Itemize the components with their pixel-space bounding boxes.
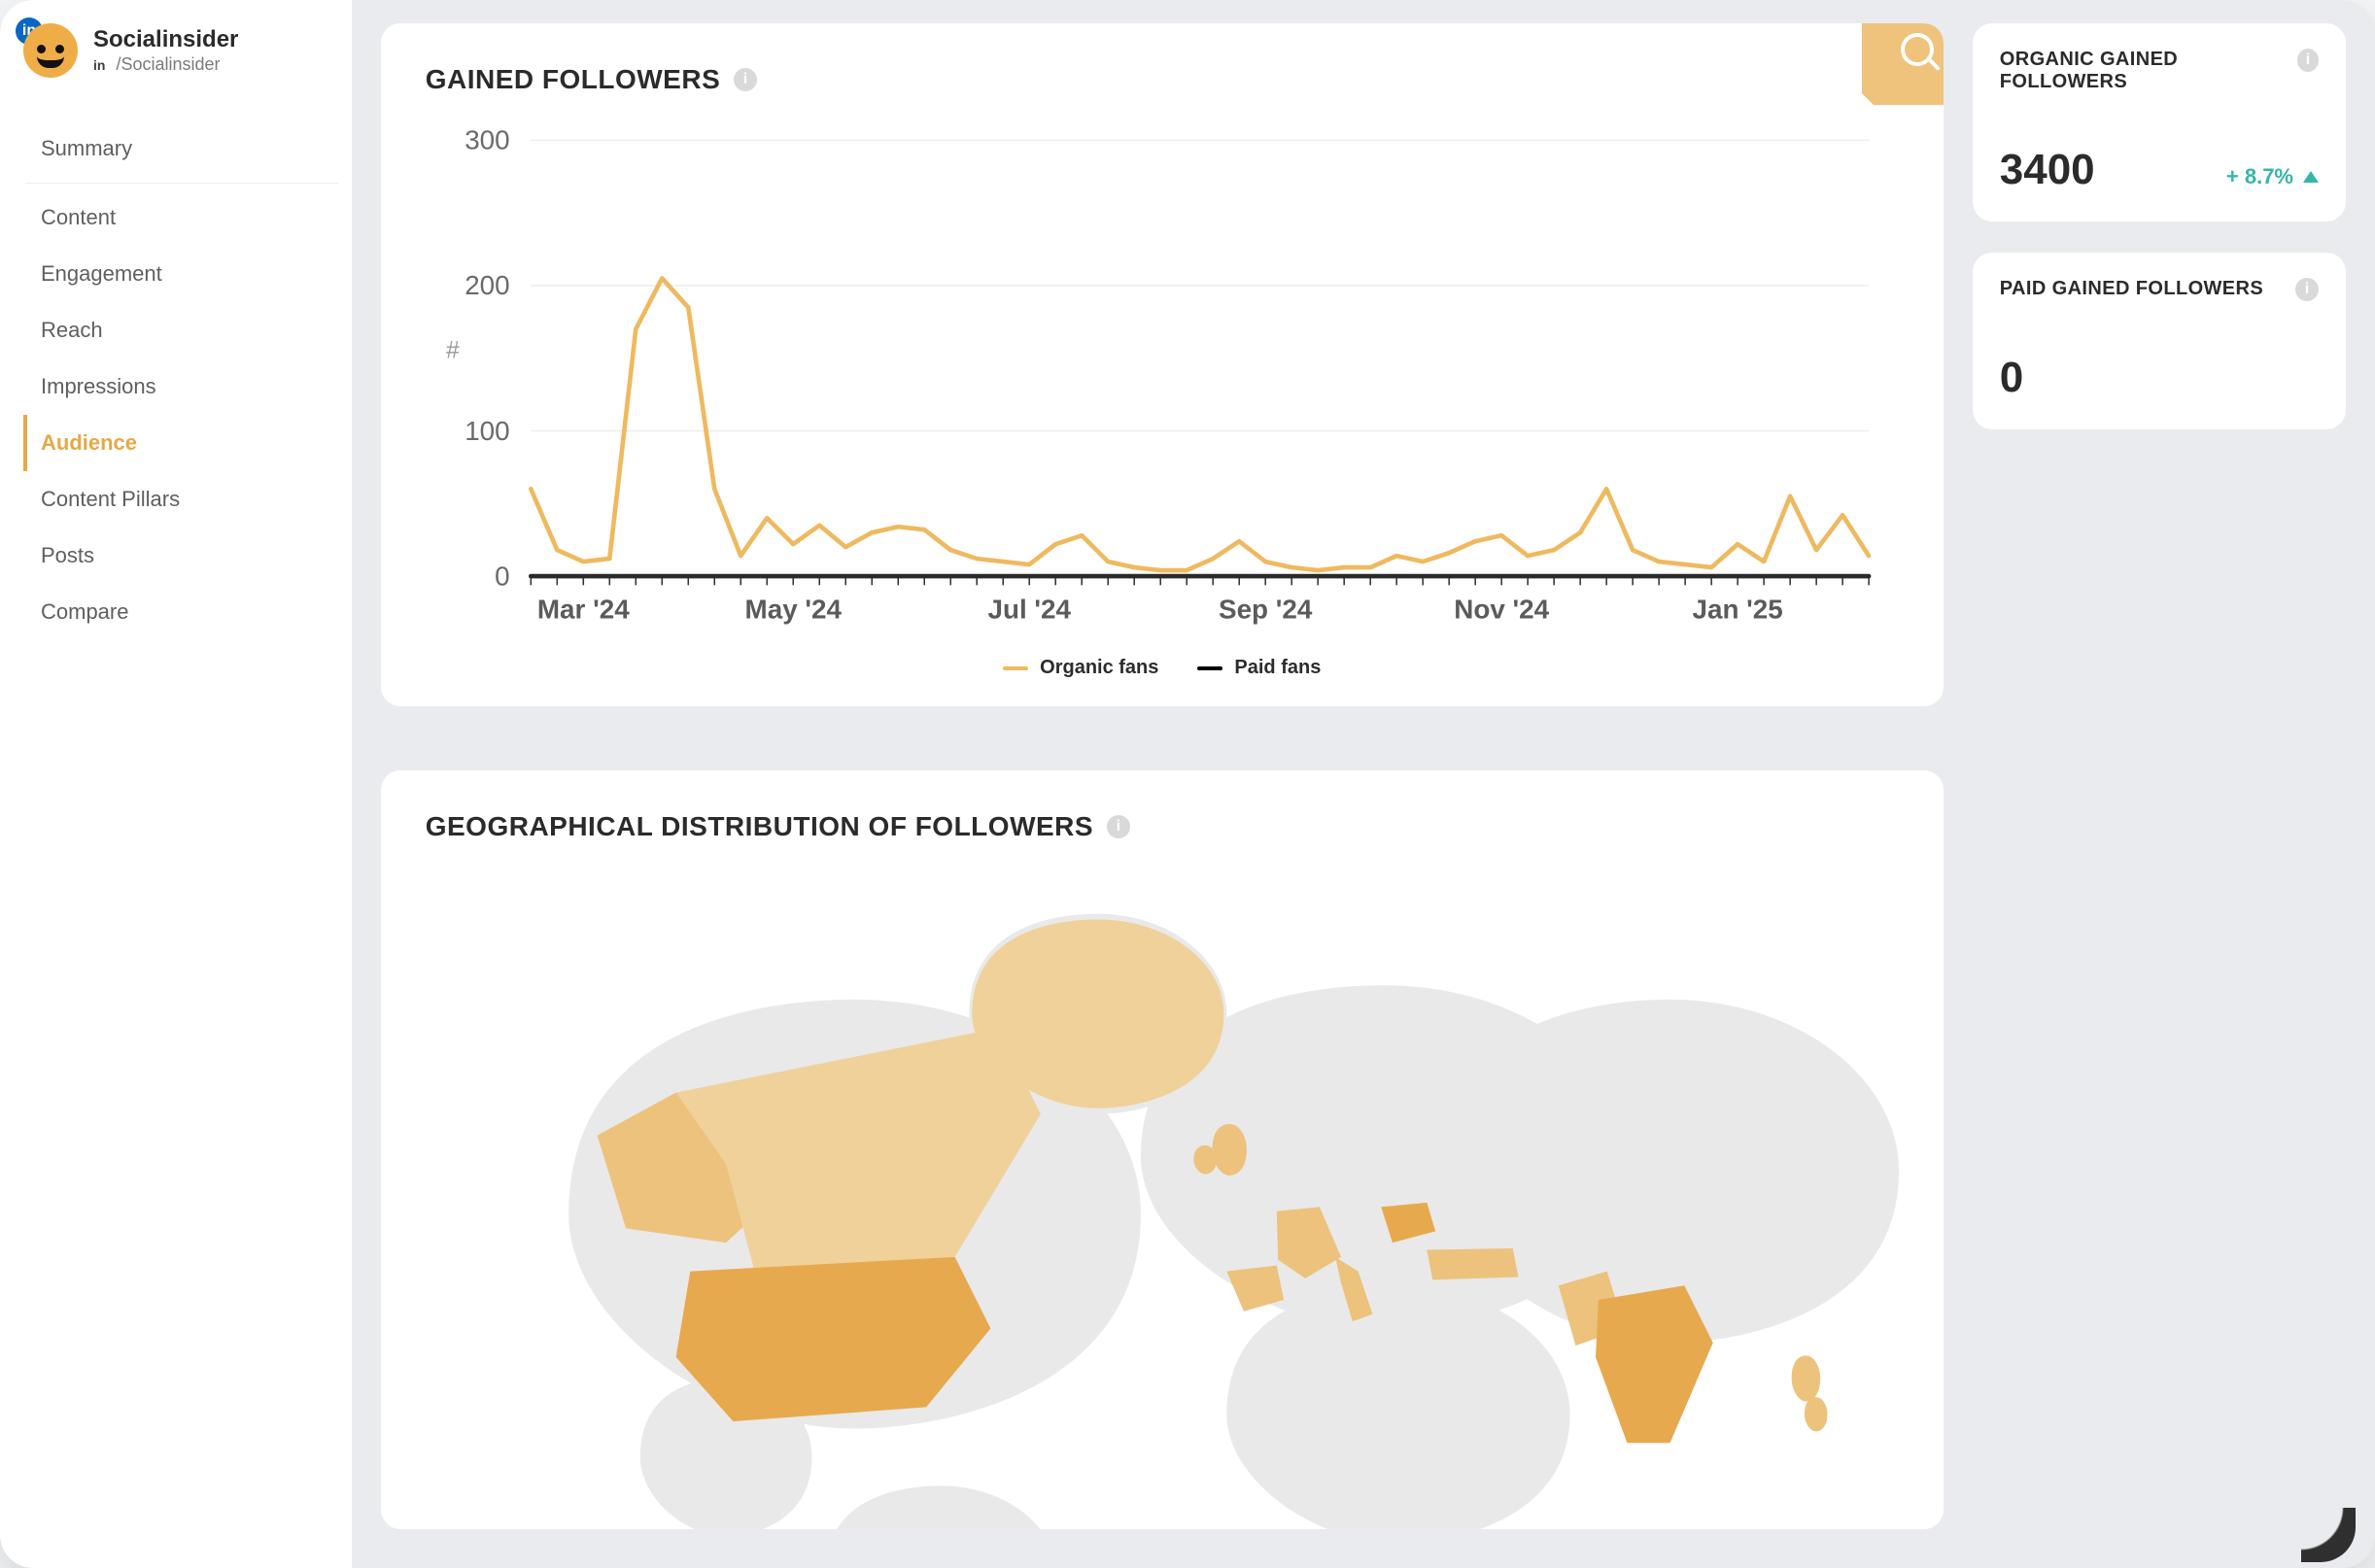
sidebar: in Socialinsider in /Socialinsider Summa…	[0, 0, 352, 1568]
kpi-paid-gained: PAID GAINED FOLLOWERS i 0	[1973, 253, 2346, 429]
sidebar-item-posts[interactable]: Posts	[23, 528, 338, 584]
chart-legend: Organic fans Paid fans	[426, 657, 1899, 679]
sidebar-item-audience[interactable]: Audience	[23, 415, 338, 471]
app-frame: in Socialinsider in /Socialinsider Summa…	[0, 0, 2375, 1568]
gained-followers-card: GAINED FOLLOWERS i 0 100 200 300 # Mar '24 May…	[381, 23, 1944, 706]
charts-column: GAINED FOLLOWERS i 0 100 200 300 # Mar '24 May…	[381, 23, 1944, 1545]
geo-title: GEOGRAPHICAL DISTRIBUTION OF FOLLOWERS i	[426, 811, 1899, 842]
info-icon[interactable]: i	[1107, 815, 1130, 838]
svg-text:Jan '25: Jan '25	[1692, 594, 1782, 624]
kpi-organic-delta: + 8.7%	[2226, 164, 2319, 189]
kpi-paid-value: 0	[2000, 354, 2023, 402]
brand-logo-icon	[23, 23, 78, 78]
sidebar-item-impressions[interactable]: Impressions	[23, 358, 338, 415]
info-icon[interactable]: i	[734, 68, 757, 91]
legend-swatch-organic-icon	[1003, 666, 1028, 670]
sidebar-nav: SummaryContentEngagementReachImpressions…	[23, 120, 338, 640]
kpi-organic-gained: ORGANIC GAINED FOLLOWERS i 3400 + 8.7%	[1973, 23, 2346, 222]
sidebar-item-summary[interactable]: Summary	[23, 120, 338, 184]
brand-name: Socialinsider	[93, 26, 238, 54]
kpi-organic-value: 3400	[2000, 146, 2095, 194]
info-icon[interactable]: i	[2297, 49, 2319, 72]
sidebar-item-content[interactable]: Content	[23, 189, 338, 246]
svg-text:May '24: May '24	[744, 594, 842, 624]
trend-up-icon	[2303, 171, 2319, 183]
kpi-organic-title: ORGANIC GAINED FOLLOWERS	[2000, 49, 2288, 93]
network-short-icon: in	[93, 57, 105, 73]
sidebar-item-compare[interactable]: Compare	[23, 584, 338, 640]
sidebar-item-content-pillars[interactable]: Content Pillars	[23, 471, 338, 528]
gained-followers-title: GAINED FOLLOWERS i	[426, 64, 1899, 95]
info-icon[interactable]: i	[2295, 278, 2319, 301]
svg-text:100: 100	[465, 416, 509, 446]
brand-handle: in /Socialinsider	[93, 54, 238, 76]
brand-logo: in	[23, 23, 78, 78]
kpi-column: ORGANIC GAINED FOLLOWERS i 3400 + 8.7% P…	[1973, 23, 2346, 1545]
svg-text:Sep '24: Sep '24	[1219, 594, 1313, 624]
world-map	[426, 842, 1899, 1529]
search-icon[interactable]	[1901, 33, 1934, 66]
legend-organic: Organic fans	[1003, 657, 1158, 679]
main: GAINED FOLLOWERS i 0 100 200 300 # Mar '24 May…	[352, 0, 2375, 1568]
svg-text:Nov '24: Nov '24	[1454, 594, 1549, 624]
sidebar-item-engagement[interactable]: Engagement	[23, 246, 338, 302]
legend-paid: Paid fans	[1197, 657, 1321, 679]
kpi-paid-title: PAID GAINED FOLLOWERS	[2000, 278, 2263, 300]
svg-text:200: 200	[465, 270, 509, 300]
card-corner	[1862, 23, 1944, 105]
gained-followers-chart: 0 100 200 300 # Mar '24 May '24 Jul '24 Sep '24 N…	[426, 95, 1899, 651]
svg-text:#: #	[446, 338, 460, 364]
svg-text:300: 300	[465, 125, 509, 155]
brand-block: in Socialinsider in /Socialinsider	[23, 23, 338, 78]
legend-swatch-paid-icon	[1197, 666, 1222, 670]
geo-distribution-card: GEOGRAPHICAL DISTRIBUTION OF FOLLOWERS i	[381, 770, 1944, 1529]
svg-text:Jul '24: Jul '24	[987, 594, 1071, 624]
sidebar-item-reach[interactable]: Reach	[23, 302, 338, 358]
svg-text:0: 0	[495, 561, 509, 591]
svg-text:Mar '24: Mar '24	[537, 594, 630, 624]
